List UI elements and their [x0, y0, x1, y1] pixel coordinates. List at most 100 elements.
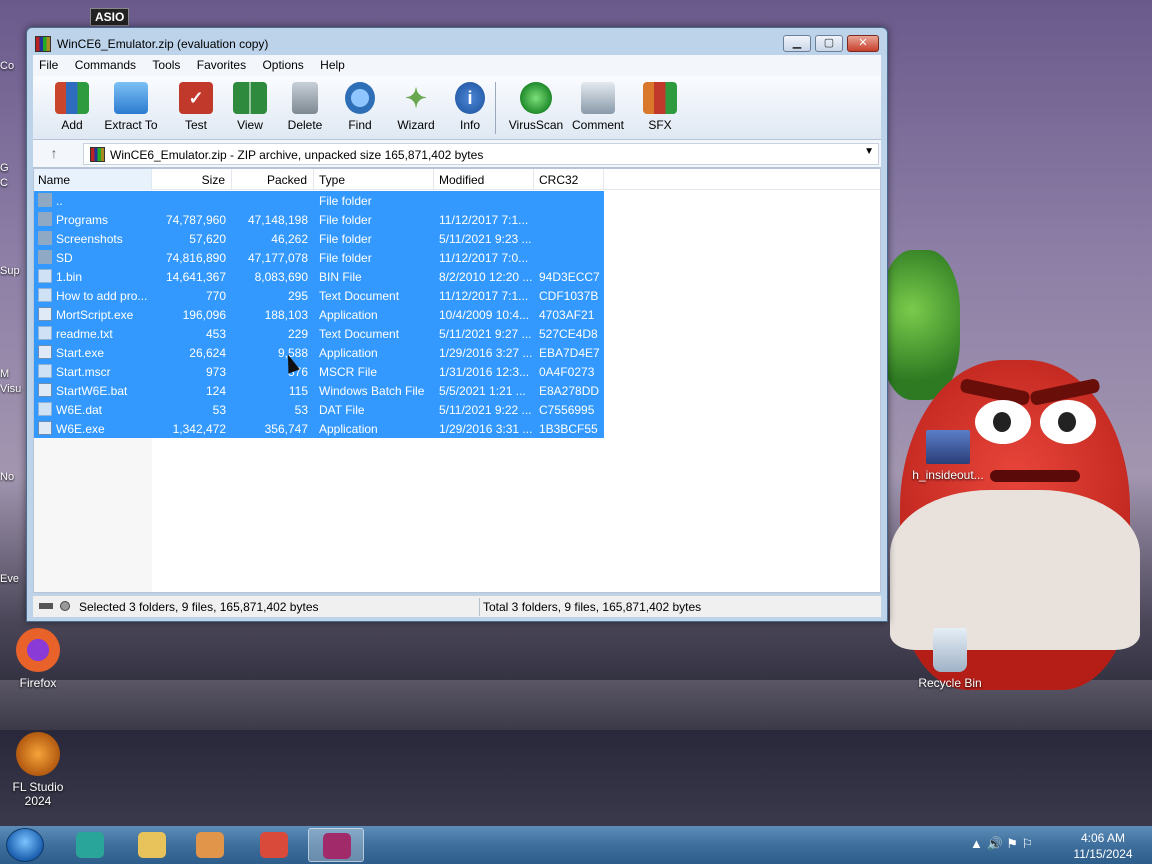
cell-size: 196,096 [182, 308, 226, 322]
taskbar-explorer[interactable] [124, 828, 180, 862]
cell-packed: 9,588 [277, 346, 308, 360]
menu-options[interactable]: Options [256, 55, 310, 72]
wallpaper-mouth [990, 470, 1080, 482]
comment-button[interactable]: Comment [566, 82, 630, 132]
extract-to-label: Extract To [104, 118, 158, 132]
cell-type: Windows Batch File [319, 384, 425, 398]
minimize-button[interactable]: ▁ [783, 35, 811, 52]
chevron-down-icon[interactable]: ▼ [864, 146, 874, 157]
cell-modified: 10/4/2009 10:4... [439, 308, 530, 322]
taskbar-chrome[interactable] [246, 828, 302, 862]
clock[interactable]: 4:06 AM 11/15/2024 [1064, 830, 1142, 862]
cell-modified: 1/31/2016 12:3... [439, 365, 530, 379]
table-row[interactable]: 1.bin 14,641,367 8,083,690 BIN File 8/2/2010… [34, 267, 604, 286]
cell-crc: 0A4F0273 [539, 365, 595, 379]
desktop-icon-firefox[interactable]: Firefox [0, 628, 76, 690]
table-row[interactable]: W6E.exe 1,342,472 356,747 Application 1/29/2… [34, 419, 604, 438]
column-modified[interactable]: Modified [434, 169, 534, 190]
clock-date: 11/15/2024 [1073, 847, 1133, 861]
cell-type: Text Document [319, 289, 400, 303]
address-field[interactable]: WinCE6_Emulator.zip - ZIP archive, unpac… [83, 143, 879, 165]
magnifier-icon [345, 82, 375, 114]
taskbar-media[interactable] [182, 828, 238, 862]
table-row[interactable]: Start.mscr 973 376 MSCR File 1/31/2016 12:3.… [34, 362, 604, 381]
table-row[interactable]: readme.txt 453 229 Text Document 5/11/2021 9… [34, 324, 604, 343]
application-icon [38, 421, 52, 435]
title-bar[interactable]: WinCE6_Emulator.zip (evaluation copy) ▁ … [27, 28, 887, 58]
cell-type: File folder [319, 251, 372, 265]
desktop-icon-recycle-bin[interactable]: Recycle Bin [912, 628, 988, 690]
extract-to-button[interactable]: Extract To [100, 82, 162, 132]
delete-button[interactable]: Delete [274, 82, 336, 132]
table-row[interactable]: W6E.dat 53 53 DAT File 5/11/2021 9:22 ... C75… [34, 400, 604, 419]
column-crc32[interactable]: CRC32 [534, 169, 604, 190]
view-button[interactable]: View [219, 82, 281, 132]
menu-favorites[interactable]: Favorites [191, 55, 253, 72]
column-type[interactable]: Type [314, 169, 434, 190]
folder-icon [38, 193, 52, 207]
table-row[interactable]: Start.exe 26,624 9,588 Application 1/29/2016… [34, 343, 604, 362]
cell-type: MSCR File [319, 365, 378, 379]
table-row[interactable]: StartW6E.bat 124 115 Windows Batch File 5/5/… [34, 381, 604, 400]
start-button[interactable] [6, 828, 44, 862]
winrar-window[interactable]: WinCE6_Emulator.zip (evaluation copy) ▁ … [26, 27, 888, 622]
cell-name: How to add pro... [56, 289, 148, 303]
cell-packed: 229 [287, 327, 308, 341]
up-arrow-icon[interactable]: ↑ [45, 145, 63, 161]
desktop-icon-fl-studio[interactable]: FL Studio 2024 [0, 732, 76, 808]
table-row[interactable]: SD 74,816,890 47,177,078 File folder 11/12/2… [34, 248, 604, 267]
cell-crc: EBA7D4E7 [539, 346, 600, 360]
taskbar-app-1[interactable] [62, 828, 118, 862]
cell-modified: 8/2/2010 12:20 ... [439, 270, 533, 284]
taskbar-winrar[interactable] [308, 828, 364, 862]
winrar-icon [35, 36, 51, 52]
file-list[interactable]: Name Size Packed Type Modified CRC32 .. F… [33, 168, 881, 593]
maximize-button[interactable]: ▢ [815, 35, 843, 52]
table-row[interactable]: Programs 74,787,960 47,148,198 File folder 1… [34, 210, 604, 229]
info-label: Info [459, 118, 480, 132]
info-button[interactable]: i Info [439, 82, 501, 132]
cell-name: Start.exe [56, 346, 105, 360]
folder-icon [38, 212, 52, 226]
virusscan-button[interactable]: VirusScan [505, 82, 567, 132]
menu-help[interactable]: Help [314, 55, 352, 72]
delete-label: Delete [287, 118, 323, 132]
cell-type: Application [319, 346, 378, 360]
cell-name: Programs [56, 213, 109, 227]
add-button[interactable]: Add [41, 82, 103, 132]
column-packed[interactable]: Packed [232, 169, 314, 190]
status-divider [479, 598, 480, 616]
recycle-bin-icon [933, 628, 967, 672]
toolbar: Add Extract To ✓ Test View Delete Find ✦… [33, 76, 881, 140]
table-row[interactable]: How to add pro... 770 295 Text Document 11/1… [34, 286, 604, 305]
wizard-button[interactable]: ✦ Wizard [385, 82, 447, 133]
add-label: Add [61, 118, 83, 132]
table-row[interactable]: MortScript.exe 196,096 188,103 Application 1… [34, 305, 604, 324]
column-name[interactable]: Name [34, 169, 152, 190]
menu-tools[interactable]: Tools [146, 55, 187, 72]
sfx-button[interactable]: SFX [629, 82, 691, 132]
chrome-icon [260, 832, 288, 858]
cell-name: SD [56, 251, 73, 265]
cell-packed: 188,103 [264, 308, 308, 322]
menu-file[interactable]: File [33, 55, 65, 72]
column-size[interactable]: Size [152, 169, 232, 190]
wallpaper-floor [0, 730, 1152, 830]
desktop-icon-label: FL Studio 2024 [12, 780, 64, 808]
test-label: Test [184, 118, 207, 132]
sfx-label: SFX [648, 118, 672, 132]
test-button[interactable]: ✓ Test [165, 82, 227, 132]
app-icon [76, 832, 104, 858]
cell-name: MortScript.exe [56, 308, 134, 322]
table-row[interactable]: .. File folder [34, 191, 604, 210]
desktop-icon-image-file[interactable]: h_insideout... [910, 430, 986, 482]
application-icon [38, 307, 52, 321]
find-button[interactable]: Find [329, 82, 391, 132]
system-tray[interactable]: ▲ 🔊 ⚑ ⚐ [970, 836, 1033, 852]
close-button[interactable]: ✕ [847, 35, 879, 52]
winrar-icon [323, 833, 351, 859]
cell-name: W6E.exe [56, 422, 105, 436]
menu-commands[interactable]: Commands [69, 55, 143, 72]
table-row[interactable]: Screenshots 57,620 46,262 File folder 5/11/2… [34, 229, 604, 248]
cell-size: 1,342,472 [172, 422, 226, 436]
